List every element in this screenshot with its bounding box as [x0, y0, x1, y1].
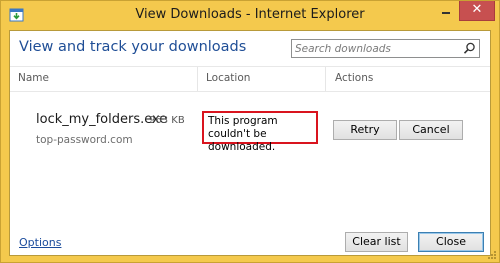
- download-size: 963 KB: [149, 115, 185, 126]
- download-filename[interactable]: lock_my_folders.exe: [36, 112, 167, 127]
- cancel-button[interactable]: Cancel: [399, 120, 463, 140]
- view-downloads-window: View Downloads - Internet Explorer ✕ Vie…: [0, 0, 500, 263]
- retry-button[interactable]: Retry: [333, 120, 397, 140]
- search-box[interactable]: [291, 39, 480, 58]
- downloads-panel: View and track your downloads Name Locat…: [9, 30, 491, 256]
- download-status-message: This program couldn't be downloaded.: [202, 111, 318, 153]
- minimize-button[interactable]: [433, 1, 459, 21]
- column-header-name[interactable]: Name: [18, 66, 49, 92]
- column-header-location[interactable]: Location: [206, 66, 250, 92]
- title-bar[interactable]: View Downloads - Internet Explorer ✕: [1, 1, 499, 30]
- column-divider: [197, 67, 198, 91]
- window-title: View Downloads - Internet Explorer: [135, 7, 365, 22]
- download-source: top-password.com: [36, 134, 133, 146]
- page-heading: View and track your downloads: [19, 39, 247, 55]
- search-input[interactable]: [295, 41, 460, 56]
- search-icon[interactable]: [463, 42, 476, 55]
- column-divider: [325, 67, 326, 91]
- options-link[interactable]: Options: [19, 236, 61, 249]
- close-window-button[interactable]: ✕: [459, 1, 495, 21]
- close-button[interactable]: Close: [418, 232, 484, 252]
- clear-list-button[interactable]: Clear list: [345, 232, 408, 252]
- column-header-actions[interactable]: Actions: [335, 66, 373, 92]
- resize-grip-icon[interactable]: [487, 250, 497, 260]
